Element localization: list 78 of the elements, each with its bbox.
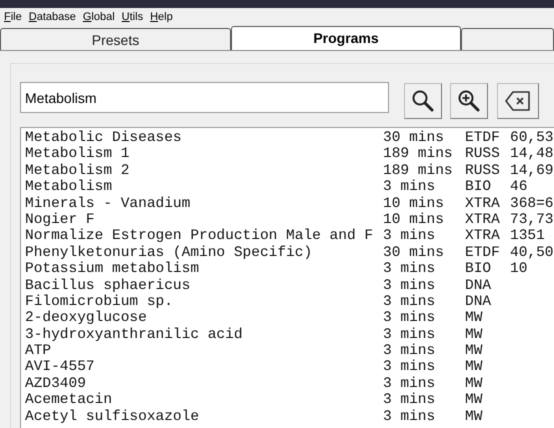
program-code: 1351 [510, 228, 545, 245]
program-source: MW [465, 408, 484, 426]
program-duration: 189 mins [383, 162, 454, 180]
program-name[interactable]: AZD3409 [25, 376, 383, 392]
program-name[interactable]: Metabolism 2 [25, 162, 383, 180]
program-source: DNA [465, 294, 492, 310]
program-code: 73,73 [510, 212, 554, 228]
program-code: 10 [510, 261, 528, 278]
program-name[interactable]: Metabolism 1 [25, 146, 383, 163]
menu-item[interactable]: Database [28, 10, 83, 22]
program-source: MW [465, 359, 484, 376]
program-duration: 3 mins [383, 359, 436, 376]
program-source: RUSS [465, 162, 501, 180]
program-code: 40,50 [510, 244, 554, 262]
program-duration: 10 mins [383, 196, 445, 212]
menu-item[interactable]: Help [150, 10, 180, 22]
program-name[interactable]: Metabolic Diseases [25, 130, 383, 146]
program-code: 46 [510, 179, 528, 196]
program-duration: 30 mins [383, 130, 445, 146]
search-field[interactable]: Metabolism [20, 82, 389, 113]
menu-item[interactable]: Utils [122, 10, 150, 22]
zoom-in-icon [457, 89, 481, 113]
program-source: XTRA [465, 196, 501, 212]
program-source: XTRA [465, 212, 501, 228]
program-duration: 3 mins [383, 179, 436, 196]
backspace-icon [504, 90, 532, 112]
program-name[interactable]: Phenylketonurias (Amino Specific) [25, 244, 383, 262]
program-duration: 30 mins [383, 244, 445, 262]
program-name[interactable]: Minerals - Vanadium [25, 196, 383, 212]
program-duration: 3 mins [383, 408, 436, 426]
program-source: MW [465, 326, 484, 344]
program-source: MW [465, 343, 484, 360]
program-source: ETDF [465, 244, 501, 262]
program-name[interactable]: Bacillus sphaericus [25, 278, 383, 294]
program-name[interactable]: 3-hydroxyanthranilic acid [25, 326, 383, 344]
program-source: BIO [465, 261, 492, 278]
program-source: BIO [465, 179, 492, 196]
menu-item[interactable]: Global [82, 10, 122, 22]
program-source: DNA [465, 278, 492, 294]
program-source: RUSS [465, 146, 501, 163]
program-code: 368=6 [510, 196, 554, 212]
program-name[interactable]: Nogier F [25, 212, 383, 228]
program-name[interactable]: Filomicrobium sp. [25, 294, 383, 310]
program-name[interactable]: Normalize Estrogen Production Male and F [25, 228, 383, 245]
program-duration: 3 mins [383, 278, 436, 294]
program-duration: 3 mins [383, 326, 436, 344]
program-duration: 3 mins [383, 376, 436, 392]
program-duration: 3 mins [383, 343, 436, 360]
zoom-in-button[interactable] [450, 83, 488, 119]
program-name[interactable]: 2-deoxyglucose [25, 310, 383, 327]
menu-item[interactable]: File [4, 10, 29, 22]
program-source: MW [465, 310, 484, 327]
program-duration: 3 mins [383, 228, 436, 245]
program-name[interactable]: Potassium metabolism [25, 261, 383, 278]
program-code: 14,48 [510, 146, 554, 163]
program-code: 14,69 [510, 162, 554, 180]
program-duration: 10 mins [383, 212, 445, 228]
program-name[interactable]: ATP [25, 343, 383, 360]
program-duration: 189 mins [383, 146, 454, 163]
search-icon [411, 89, 435, 113]
program-source: MW [465, 392, 484, 409]
tab[interactable]: Programs [231, 26, 461, 50]
program-name[interactable]: Metabolism [25, 179, 383, 196]
program-name[interactable]: Acemetacin [25, 392, 383, 409]
search-button[interactable] [404, 83, 442, 119]
program-duration: 3 mins [383, 261, 436, 278]
program-duration: 3 mins [383, 294, 436, 310]
clear-button[interactable] [497, 83, 539, 119]
tab[interactable]: Presets [0, 28, 231, 50]
program-name[interactable]: Acetyl sulfisoxazole [25, 408, 383, 426]
program-source: XTRA [465, 228, 501, 245]
program-source: MW [465, 376, 484, 392]
program-code: 60,53 [510, 130, 554, 146]
program-name[interactable]: AVI-4557 [25, 359, 383, 376]
program-source: ETDF [465, 130, 501, 146]
tab[interactable] [461, 28, 554, 50]
program-duration: 3 mins [383, 392, 436, 409]
program-duration: 3 mins [383, 310, 436, 327]
